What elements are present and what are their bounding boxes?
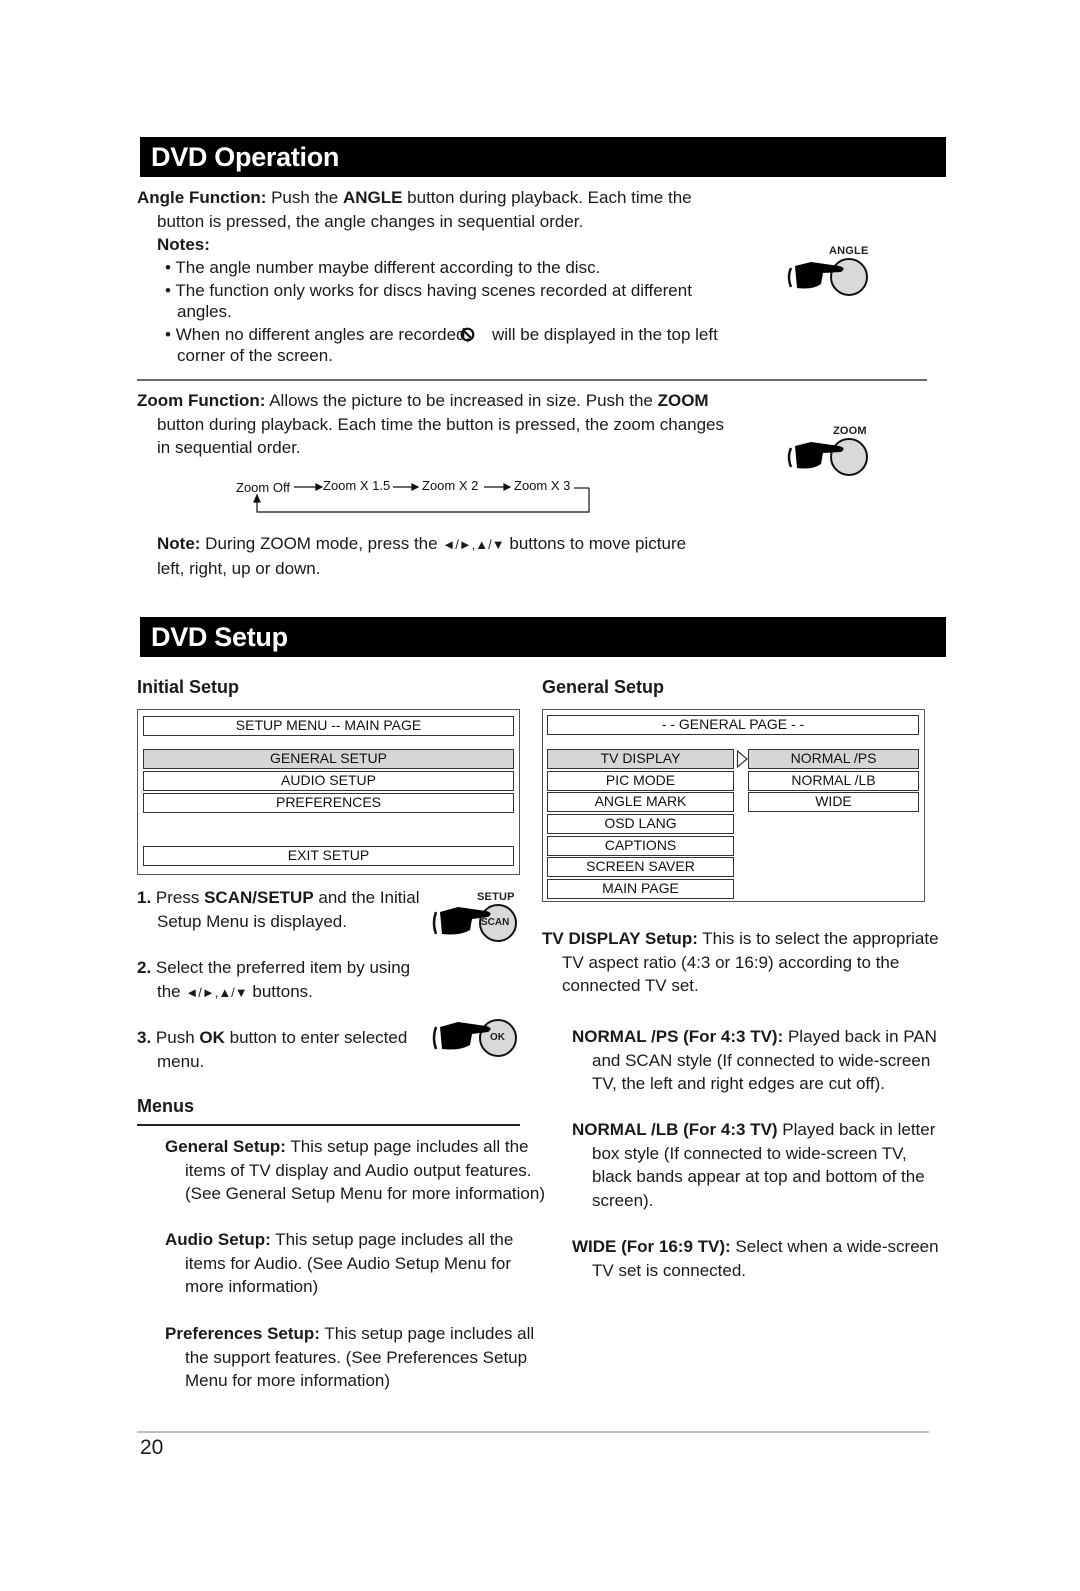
general-item-screen-saver[interactable]: SCREEN SAVER <box>547 857 734 877</box>
scan-icon-text: SCAN <box>481 917 510 928</box>
zoom-function-paragraph: Zoom Function: Allows the picture to be … <box>137 389 737 460</box>
step-number: 3. <box>137 1028 152 1047</box>
menu-desc-label: Preferences Setup: <box>165 1324 320 1343</box>
menu-desc-audio: Audio Setup: This setup page includes al… <box>165 1228 530 1299</box>
general-item-captions[interactable]: CAPTIONS <box>547 836 734 856</box>
arrow-keys-icon: ◄/►,▲/▼ <box>185 984 248 1000</box>
step-number: 1. <box>137 888 152 907</box>
general-setup-heading: General Setup <box>542 677 665 697</box>
setup-main-menu-screen: SETUP MENU -- MAIN PAGE GENERAL SETUP AU… <box>137 709 520 875</box>
step-number: 2. <box>137 958 152 977</box>
general-item-osd-lang[interactable]: OSD LANG <box>547 814 734 834</box>
option-desc-wide: WIDE (For 16:9 TV): Select when a wide-s… <box>572 1235 942 1282</box>
menu-desc-label: Audio Setup: <box>165 1230 271 1249</box>
note-item: • When no different angles are recorded,… <box>165 325 718 365</box>
menu-title: SETUP MENU -- MAIN PAGE <box>143 716 514 736</box>
scan-setup-button-press-icon: SCAN <box>428 900 520 946</box>
note-text: When no different angles are recorded, <box>175 325 471 344</box>
zoom-function-label: Zoom Function: <box>137 391 266 410</box>
angle-function-label: Angle Function: <box>137 188 267 207</box>
option-desc-normal-lb: NORMAL /LB (For 4:3 TV) Played back in l… <box>572 1118 937 1212</box>
divider <box>137 1124 520 1126</box>
tv-display-setup-desc: TV DISPLAY Setup: This is to select the … <box>542 927 942 998</box>
note-item: • The angle number maybe different accor… <box>165 258 601 277</box>
note-item: • The function only works for discs havi… <box>165 281 692 321</box>
zoom-note-label: Note: <box>157 534 201 553</box>
arrow-keys-icon: ◄/►,▲/▼ <box>442 537 505 552</box>
menu-item-general-setup[interactable]: GENERAL SETUP <box>143 749 514 769</box>
step-text: Push <box>151 1028 200 1047</box>
angle-button-name: ANGLE <box>342 188 403 207</box>
menu-item-audio-setup[interactable]: AUDIO SETUP <box>143 771 514 791</box>
step-key: OK <box>199 1028 225 1047</box>
ok-button-press-icon: OK <box>428 1015 520 1061</box>
section-title-dvd-operation: DVD Operation <box>140 137 946 177</box>
angle-function-paragraph: Angle Function: Push the ANGLE button du… <box>137 186 737 233</box>
page-number: 20 <box>140 1436 164 1459</box>
option-desc-label: WIDE (For 16:9 TV): <box>572 1237 731 1256</box>
menu-desc-general: General Setup: This setup page includes … <box>165 1135 545 1206</box>
zoom-button-name: ZOOM <box>657 391 709 410</box>
zoom-text-2: button during playback. Each time the bu… <box>157 414 725 458</box>
initial-setup-heading: Initial Setup <box>137 677 240 697</box>
menu-item-exit-setup[interactable]: EXIT SETUP <box>143 846 514 866</box>
step-2: 2. Select the preferred item by using th… <box>137 956 437 1004</box>
option-desc-label: NORMAL /PS (For 4:3 TV): <box>572 1027 784 1046</box>
option-desc-normal-ps: NORMAL /PS (For 4:3 TV): Played back in … <box>572 1025 937 1096</box>
step-key: SCAN/SETUP <box>204 888 314 907</box>
general-page-screen: - - GENERAL PAGE - - TV DISPLAY PIC MODE… <box>542 709 925 902</box>
step-1: 1. Press SCAN/SETUP and the Initial Setu… <box>137 886 437 933</box>
note-text: The angle number maybe different accordi… <box>175 258 601 277</box>
tv-display-label: TV DISPLAY Setup: <box>542 929 698 948</box>
option-desc-label: NORMAL /LB (For 4:3 TV) <box>572 1120 778 1139</box>
prohibited-icon <box>460 326 487 342</box>
menu-desc-label: General Setup: <box>165 1137 286 1156</box>
menu-desc-preferences: Preferences Setup: This setup page inclu… <box>165 1322 535 1393</box>
general-page-title: - - GENERAL PAGE - - <box>547 715 919 735</box>
notes-label: Notes: <box>157 235 210 254</box>
general-item-main-page[interactable]: MAIN PAGE <box>547 879 734 899</box>
menus-heading: Menus <box>137 1096 195 1116</box>
option-normal-lb[interactable]: NORMAL /LB <box>748 771 919 791</box>
zoom-note-text: During ZOOM mode, press the <box>200 534 443 553</box>
zoom-note: Note: During ZOOM mode, press the ◄/►,▲/… <box>157 532 717 580</box>
menu-item-preferences[interactable]: PREFERENCES <box>143 793 514 813</box>
note-text: The function only works for discs having… <box>175 281 692 321</box>
divider <box>137 379 927 381</box>
option-normal-ps[interactable]: NORMAL /PS <box>748 749 919 769</box>
footer-divider <box>137 1431 929 1433</box>
angle-text: Push the <box>266 188 343 207</box>
option-wide[interactable]: WIDE <box>748 792 919 812</box>
angle-button-press-icon <box>783 254 873 305</box>
general-item-pic-mode[interactable]: PIC MODE <box>547 771 734 791</box>
step-text: Press <box>151 888 205 907</box>
zoom-text: Allows the picture to be increased in si… <box>265 391 658 410</box>
zoom-button-press-icon <box>783 434 873 485</box>
general-item-angle-mark[interactable]: ANGLE MARK <box>547 792 734 812</box>
zoom-flow-arrows <box>253 483 590 513</box>
step-3: 3. Push OK button to enter selected menu… <box>137 1026 437 1073</box>
section-title-dvd-setup: DVD Setup <box>140 617 946 657</box>
ok-icon-text: OK <box>490 1032 505 1043</box>
step-text: buttons. <box>247 981 313 1001</box>
general-item-tv-display[interactable]: TV DISPLAY <box>547 749 734 769</box>
